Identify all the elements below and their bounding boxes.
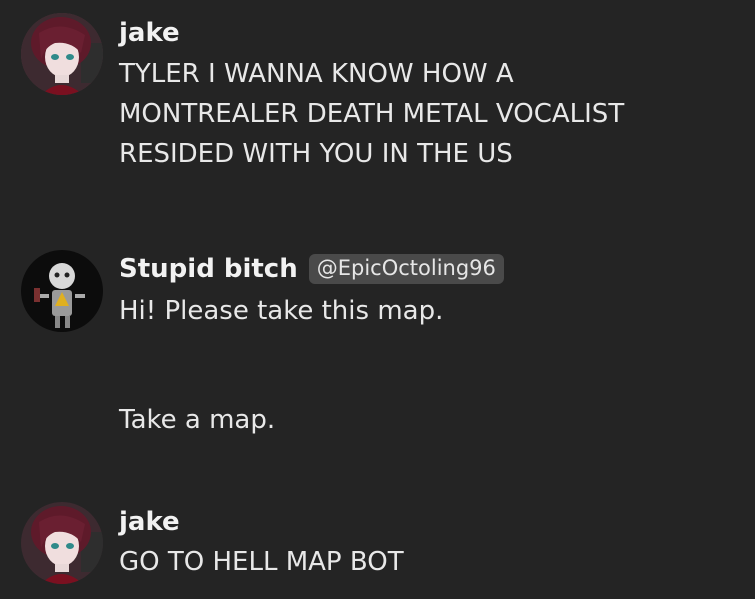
message-header: jake [119, 20, 180, 46]
message-text-line: TYLER I WANNA KNOW HOW A [119, 59, 514, 89]
username[interactable]: jake [119, 20, 180, 46]
message-text-line: Take a map. [119, 405, 276, 435]
message-header: Stupid bitch @EpicOctoling96 [119, 254, 504, 285]
message-text-line: MONTREALER DEATH METAL VOCALIST [119, 99, 625, 129]
anime-character-avatar-icon [21, 13, 103, 95]
message-text-line: Hi! Please take this map. [119, 296, 444, 326]
anime-character-avatar-icon [21, 502, 103, 584]
message-text-line: GO TO HELL MAP BOT [119, 547, 404, 577]
user-handle-badge[interactable]: @EpicOctoling96 [308, 254, 504, 285]
message-text-line: RESIDED WITH YOU IN THE US [119, 139, 513, 169]
username[interactable]: jake [119, 509, 180, 535]
avatar[interactable] [21, 13, 103, 95]
username[interactable]: Stupid bitch [119, 256, 298, 282]
avatar[interactable] [21, 502, 103, 584]
robot-avatar-icon [21, 250, 103, 332]
avatar[interactable] [21, 250, 103, 332]
message-header: jake [119, 509, 180, 535]
